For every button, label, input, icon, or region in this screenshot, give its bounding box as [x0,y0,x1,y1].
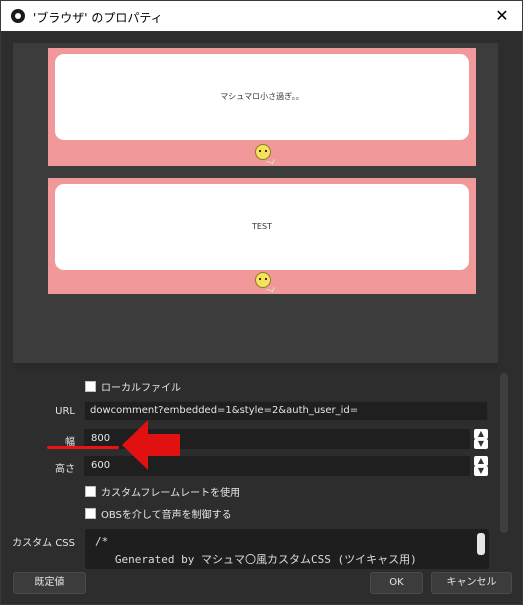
local-file-checkbox[interactable] [85,380,96,392]
custom-framerate-checkbox[interactable] [85,485,96,497]
ok-button[interactable]: OK [370,572,423,594]
custom-css-label: カスタム CSS [12,538,75,549]
dialog-content: マシュマロ小さ過ぎ。。 TEST [1,31,522,604]
obs-audio-label: OBSを介して音声を制御する [101,509,232,521]
properties-scrollbar[interactable] [500,373,508,533]
local-file-row[interactable]: ローカルファイル [85,378,181,394]
css-scrollbar[interactable] [477,533,485,555]
obs-logo-icon [11,9,25,23]
button-bar: 既定値 OK キャンセル [1,569,522,604]
title-bar: 'ブラウザ' のプロパティ ✕ [1,1,522,31]
obs-audio-checkbox[interactable] [85,507,96,519]
defaults-button[interactable]: 既定値 [13,572,86,594]
browser-preview: マシュマロ小さ過ぎ。。 TEST [13,43,498,363]
message-card: マシュマロ小さ過ぎ。。 [48,48,476,166]
mascot-icon [255,272,271,288]
properties-window: 'ブラウザ' のプロパティ ✕ マシュマロ小さ過ぎ。。 TEST ローカルファイ… [0,0,523,605]
chevron-down-icon[interactable]: ▼ [474,466,488,476]
css-line: /* [95,535,109,548]
url-input[interactable]: dowcomment?embedded=1&style=2&auth_user_… [84,401,488,421]
chevron-up-icon[interactable]: ▲ [474,429,488,439]
obs-audio-row[interactable]: OBSを介して音声を制御する [85,505,232,521]
splitter[interactable] [13,363,498,369]
message-bubble: TEST [55,184,469,270]
annotation-arrow-icon [122,420,180,470]
custom-framerate-label: カスタムフレームレートを使用 [101,487,241,499]
custom-framerate-row[interactable]: カスタムフレームレートを使用 [85,483,240,499]
css-line: Generated by マシュマ〇風カスタムCSS (ツイキャス用) [95,553,417,566]
url-label: URL [55,406,75,417]
chevron-up-icon[interactable]: ▲ [474,456,488,466]
height-label: 高さ [55,464,75,475]
close-button[interactable]: ✕ [482,1,522,31]
cancel-button[interactable]: キャンセル [431,572,512,594]
message-bubble: マシュマロ小さ過ぎ。。 [55,54,469,140]
custom-css-editor[interactable]: /* Generated by マシュマ〇風カスタムCSS (ツイキャス用) [85,529,489,569]
local-file-label: ローカルファイル [101,382,181,394]
mascot-icon [255,144,271,160]
annotation-underline [47,446,119,449]
window-title: 'ブラウザ' のプロパティ [33,11,163,25]
height-spinner: ▲ ▼ [474,456,488,476]
message-card: TEST [48,178,476,294]
chevron-down-icon[interactable]: ▼ [474,439,488,449]
width-spinner: ▲ ▼ [474,429,488,449]
